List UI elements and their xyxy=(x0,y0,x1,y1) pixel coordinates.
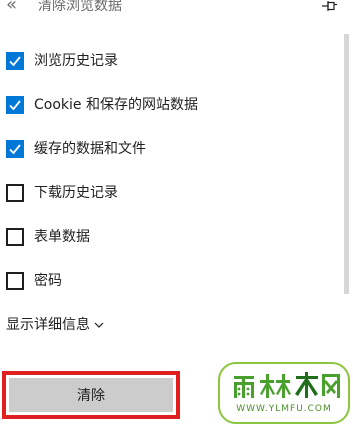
watermark: WWW.YLMFU.COM xyxy=(218,362,350,424)
option-form-data[interactable]: 表单数据 xyxy=(6,226,90,248)
option-label: 密码 xyxy=(34,273,62,289)
form-data-checkbox[interactable] xyxy=(6,228,24,246)
scrollbar[interactable] xyxy=(344,34,349,294)
browsing-history-checkbox[interactable] xyxy=(6,52,24,70)
show-details-label: 显示详细信息 xyxy=(6,317,90,333)
checkmark-icon xyxy=(9,100,21,111)
cookies-checkbox[interactable] xyxy=(6,96,24,114)
option-label: 下载历史记录 xyxy=(34,185,118,201)
pin-button[interactable] xyxy=(320,0,338,14)
pin-icon xyxy=(322,1,337,11)
clear-browsing-data-panel: « 清除浏览数据 浏览历史记录 Cookie 和保存的网站数据 缓存的数据和文件… xyxy=(0,0,353,428)
option-label: 浏览历史记录 xyxy=(34,53,118,69)
clear-button-highlight: 清除 xyxy=(2,371,180,419)
passwords-checkbox[interactable] xyxy=(6,272,24,290)
clear-button-label: 清除 xyxy=(77,388,105,404)
panel-title: 清除浏览数据 xyxy=(38,0,122,14)
double-chevron-left-icon: « xyxy=(6,0,18,15)
checkmark-icon xyxy=(9,144,21,155)
clear-button[interactable]: 清除 xyxy=(9,378,173,412)
watermark-logo xyxy=(228,370,346,402)
option-label: 缓存的数据和文件 xyxy=(34,141,146,157)
show-details-toggle[interactable]: 显示详细信息 xyxy=(6,315,104,335)
watermark-url: WWW.YLMFU.COM xyxy=(236,404,332,414)
panel-header: « 清除浏览数据 xyxy=(0,0,353,22)
checkmark-icon xyxy=(9,56,21,67)
download-history-checkbox[interactable] xyxy=(6,184,24,202)
option-cookies[interactable]: Cookie 和保存的网站数据 xyxy=(6,94,198,116)
back-button[interactable]: « xyxy=(6,0,26,18)
chevron-down-icon xyxy=(94,322,104,328)
cached-data-checkbox[interactable] xyxy=(6,140,24,158)
option-label: 表单数据 xyxy=(34,229,90,245)
option-passwords[interactable]: 密码 xyxy=(6,270,62,292)
option-browsing-history[interactable]: 浏览历史记录 xyxy=(6,50,118,72)
option-label: Cookie 和保存的网站数据 xyxy=(34,97,198,113)
option-download-history[interactable]: 下载历史记录 xyxy=(6,182,118,204)
option-cached-data[interactable]: 缓存的数据和文件 xyxy=(6,138,146,160)
